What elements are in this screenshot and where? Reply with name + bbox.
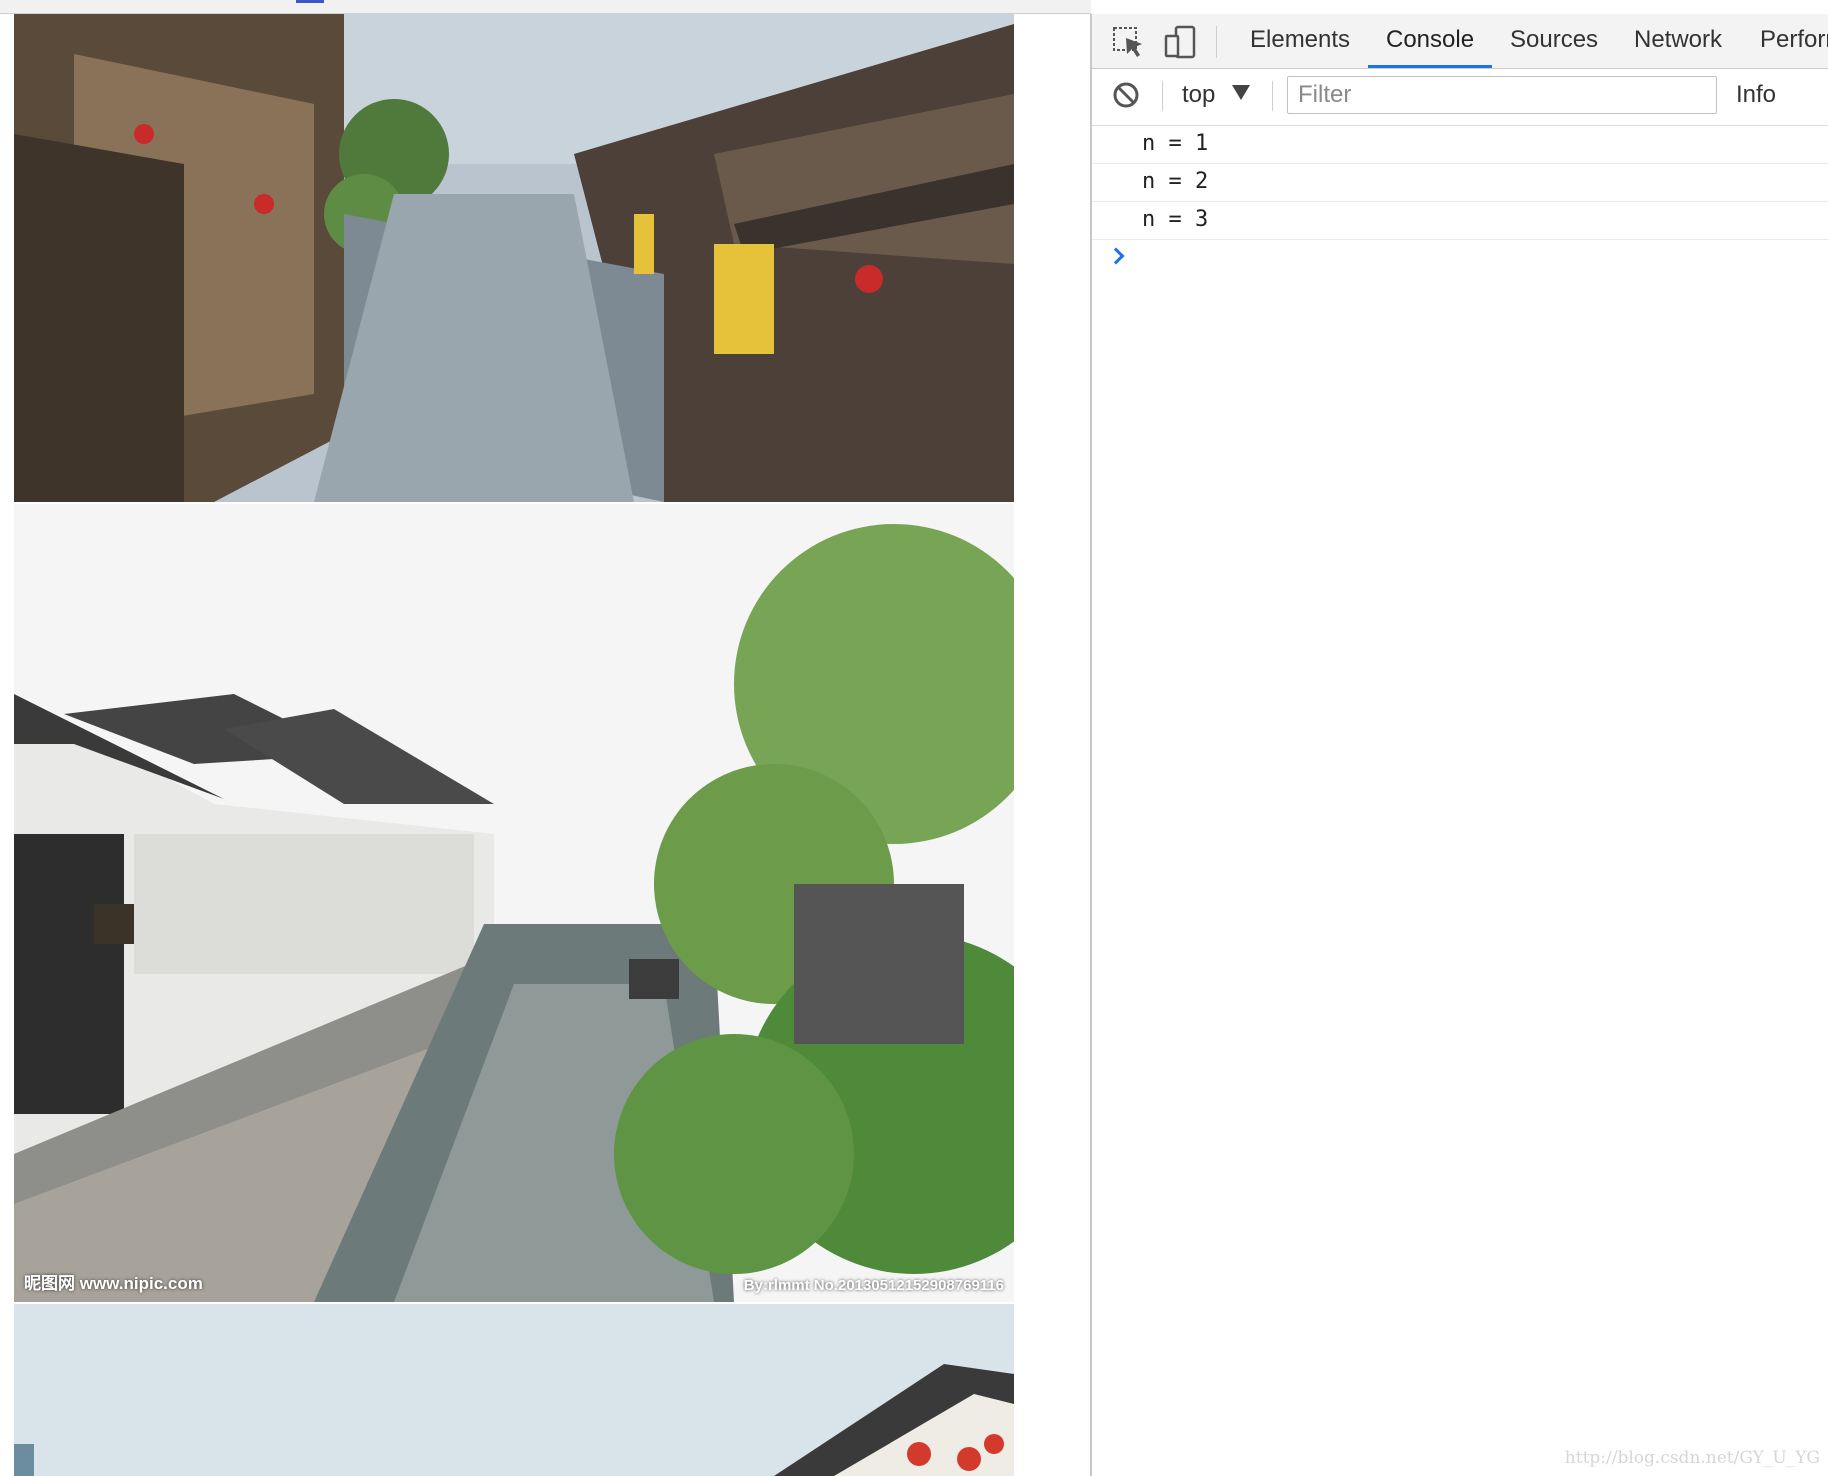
- inspect-element-icon[interactable]: [1110, 24, 1146, 60]
- tab-indicator: [296, 0, 324, 3]
- tab-network[interactable]: Network: [1634, 26, 1722, 54]
- photo-canal-town-3: [14, 1304, 1014, 1476]
- tab-console[interactable]: Console: [1386, 26, 1474, 54]
- console-log-row: n = 2: [1092, 164, 1828, 202]
- dropdown-arrow-icon[interactable]: [1232, 85, 1250, 100]
- tab-elements[interactable]: Elements: [1250, 26, 1350, 54]
- console-toolbar: top Info: [1092, 69, 1828, 126]
- device-toolbar-icon[interactable]: [1162, 24, 1198, 60]
- browser-top-strip: [0, 0, 1091, 14]
- toolbar-separator: [1162, 81, 1163, 111]
- console-log-text: n = 3: [1142, 207, 1209, 232]
- photo-watermark-right: By:rlmmt No.20130512152908769116: [743, 1277, 1004, 1294]
- tab-sources[interactable]: Sources: [1510, 26, 1598, 54]
- log-level-selector[interactable]: Info: [1736, 81, 1776, 109]
- devtools-tabbar: Elements Console Sources Network Perforr: [1092, 14, 1828, 69]
- console-log-text: n = 2: [1142, 169, 1209, 194]
- console-output: n = 1 n = 2 n = 3: [1092, 126, 1828, 280]
- console-log-row: n = 1: [1092, 126, 1828, 164]
- clear-console-icon[interactable]: [1110, 79, 1146, 115]
- blog-watermark: http://blog.csdn.net/GY_U_YG: [1564, 1448, 1820, 1468]
- photo-canal-town-1: [14, 14, 1014, 502]
- toolbar-separator: [1272, 81, 1273, 111]
- webpage-viewport[interactable]: 昵图网 www.nipic.com By:rlmmt No.2013051215…: [0, 14, 1090, 1476]
- devtools-panel: Elements Console Sources Network Perforr…: [1090, 14, 1828, 1476]
- tab-performance[interactable]: Perforr: [1760, 26, 1828, 54]
- context-selector[interactable]: top: [1182, 81, 1215, 109]
- console-prompt[interactable]: [1092, 240, 1828, 280]
- console-log-row: n = 3: [1092, 202, 1828, 240]
- active-tab-indicator: [1368, 65, 1492, 68]
- console-prompt-icon: [1107, 247, 1125, 265]
- toolbar-separator: [1216, 26, 1217, 58]
- console-log-text: n = 1: [1142, 131, 1209, 156]
- filter-input[interactable]: [1287, 76, 1717, 114]
- photo-canal-town-2: 昵图网 www.nipic.com By:rlmmt No.2013051215…: [14, 504, 1014, 1302]
- photo-watermark-left: 昵图网 www.nipic.com: [24, 1274, 203, 1293]
